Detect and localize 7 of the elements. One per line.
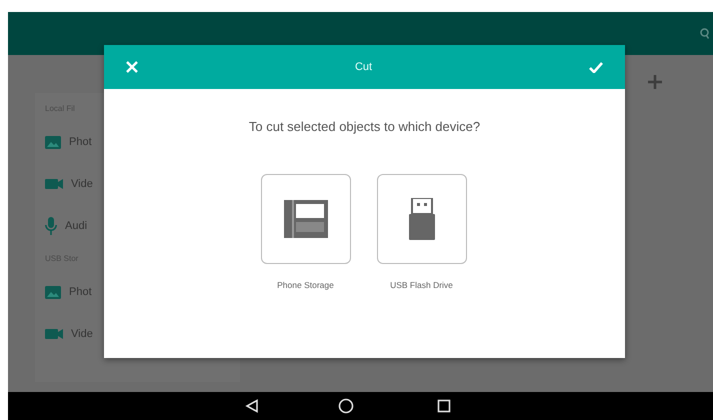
sidebar-item[interactable]: Vide	[71, 328, 93, 340]
dialog-title: Cut	[354, 61, 374, 73]
sidebar-item[interactable]: Phot	[69, 286, 92, 298]
sidebar-item[interactable]: Audi	[65, 220, 88, 232]
sidebar-item[interactable]: Phot	[69, 136, 92, 148]
dialog-question: To cut selected objects to which device?	[248, 119, 480, 134]
sidebar-item[interactable]: Vide	[71, 178, 93, 190]
